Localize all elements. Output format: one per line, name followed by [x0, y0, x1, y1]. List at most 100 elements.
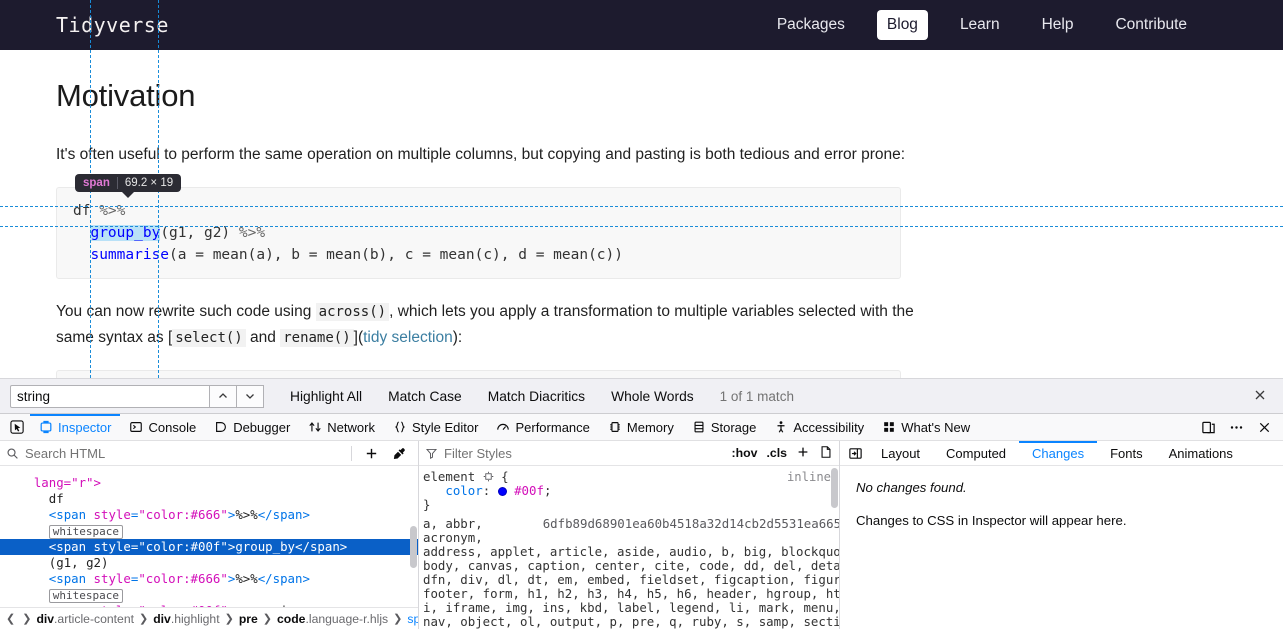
find-option-match-case[interactable]: Match Case — [388, 389, 462, 404]
markup-row-lang-attr[interactable]: lang="r"> — [0, 475, 418, 491]
devtools-tab-whats-new[interactable]: What's New — [873, 414, 979, 441]
right-tab-computed[interactable]: Computed — [933, 441, 1019, 466]
pseudo-class-button[interactable]: :hov — [732, 446, 758, 460]
markup-row-span-summarise[interactable]: <span style="color:#00f">summarise — [0, 603, 418, 607]
breadcrumb-item-pre[interactable]: pre — [239, 612, 258, 626]
create-new-node-button[interactable] — [358, 441, 384, 465]
markup-val-style-2: "color:#666" — [138, 571, 228, 586]
layout-badge-icon[interactable] — [483, 471, 494, 482]
markup-row-whitespace-1[interactable]: whitespace — [0, 523, 418, 539]
style-selector-line-3: body, canvas, caption, center, cite, cod… — [423, 558, 839, 573]
markup-row-text-df[interactable]: df — [0, 491, 418, 507]
styles-rules-list[interactable]: element {inline color: #00f; } a, abbr,6… — [419, 466, 839, 629]
breadcrumb-sep-2: ❯ — [223, 612, 236, 625]
devtools-tab-style-editor[interactable]: Style Editor — [384, 414, 487, 441]
breadcrumb-item-span[interactable]: span — [407, 612, 418, 626]
code-block-before[interactable]: df %>% group_by(g1, g2) %>% summarise(a … — [56, 187, 901, 279]
markup-val-style-selected: "color:#00f" — [138, 539, 228, 554]
find-option-highlight-all[interactable]: Highlight All — [290, 389, 362, 404]
markup-content-2: %>% — [235, 571, 257, 586]
right-tab-layout[interactable]: Layout — [868, 441, 933, 466]
markup-row-text-args[interactable]: (g1, g2) — [0, 555, 418, 571]
devtools-tab-performance-label: Performance — [515, 420, 589, 435]
plus-icon — [364, 446, 379, 461]
devtools-tab-memory[interactable]: Memory — [599, 414, 683, 441]
class-toggle-button[interactable]: .cls — [766, 446, 787, 460]
accessibility-icon — [774, 420, 788, 434]
breadcrumb-item-div-article-content[interactable]: div.article-content — [36, 612, 134, 626]
breadcrumb-item-div-highlight[interactable]: div.highlight — [153, 612, 219, 626]
styles-scrollbar[interactable] — [831, 468, 838, 508]
markup-search-placeholder[interactable]: Search HTML — [25, 446, 105, 461]
breadcrumb-item-code[interactable]: code.language-r.hljs — [277, 612, 388, 626]
find-next-button[interactable] — [237, 385, 264, 408]
debugger-icon — [214, 420, 228, 434]
devtools-tab-storage[interactable]: Storage — [683, 414, 766, 441]
devtools-tab-console[interactable]: Console — [120, 414, 205, 441]
markup-tag-span-2: span — [56, 571, 86, 586]
styles-filter-bar: Filter Styles :hov .cls — [419, 441, 839, 466]
element-picker-icon — [10, 420, 25, 435]
right-tab-animations[interactable]: Animations — [1156, 441, 1246, 466]
nav-item-packages[interactable]: Packages — [767, 10, 855, 40]
find-option-match-diacritics[interactable]: Match Diacritics — [488, 389, 585, 404]
style-declaration-color[interactable]: color: #00f; — [423, 484, 839, 498]
right-tab-fonts[interactable]: Fonts — [1097, 441, 1156, 466]
breadcrumb-sep-3: ❯ — [261, 612, 274, 625]
markup-row-span-pipe-1[interactable]: <span style="color:#666">%>%</span> — [0, 507, 418, 523]
nav-item-blog[interactable]: Blog — [877, 10, 928, 40]
devtools-menu-button[interactable] — [1223, 415, 1249, 439]
code-token-group-by[interactable]: group_by — [90, 225, 160, 241]
new-stylesheet-button[interactable] — [819, 445, 833, 462]
nav-item-contribute[interactable]: Contribute — [1105, 10, 1197, 40]
devtools-close-button[interactable] — [1251, 415, 1277, 439]
changes-empty-state: No changes found. Changes to CSS in Insp… — [840, 466, 1283, 542]
breadcrumb-sep-4: ❯ — [391, 612, 404, 625]
styles-filter-placeholder[interactable]: Filter Styles — [444, 446, 512, 461]
inspector-icon — [39, 420, 53, 434]
devtools-toolbar-actions — [1195, 415, 1279, 439]
add-rule-button[interactable] — [796, 445, 810, 462]
markup-row-whitespace-2[interactable]: whitespace — [0, 587, 418, 603]
style-rule-element-header[interactable]: element {inline — [423, 470, 839, 484]
find-option-whole-words[interactable]: Whole Words — [611, 389, 694, 404]
element-picker-button[interactable] — [4, 420, 30, 435]
style-source-link[interactable]: 6dfb89d68901ea60b4518a32d14cb2d5531ea665… — [483, 516, 839, 531]
devtools-tab-network[interactable]: Network — [299, 414, 384, 441]
find-input[interactable] — [10, 385, 210, 408]
color-swatch[interactable] — [498, 487, 507, 496]
markup-scrollbar[interactable] — [410, 526, 417, 568]
devtools-tab-accessibility[interactable]: Accessibility — [765, 414, 873, 441]
find-bar: Highlight All Match Case Match Diacritic… — [0, 378, 1283, 413]
markup-content-1: %>% — [235, 507, 257, 522]
browser-window: Tidyverse Packages Blog Learn Help Contr… — [0, 0, 1283, 629]
find-close-button[interactable] — [1247, 386, 1273, 407]
eyedropper-button[interactable] — [386, 441, 412, 465]
nav-item-help[interactable]: Help — [1032, 10, 1084, 40]
devtools-tab-debugger-label: Debugger — [233, 420, 290, 435]
find-previous-button[interactable] — [210, 385, 237, 408]
markup-tree[interactable]: lang="r"> df <span style="color:#666">%>… — [0, 466, 418, 607]
link-tidy-selection[interactable]: tidy selection — [363, 329, 453, 346]
devtools-tab-performance[interactable]: Performance — [487, 414, 598, 441]
tooltip-dimensions: 69.2 × 19 — [125, 177, 173, 189]
breadcrumb-sep-1: ❯ — [137, 612, 150, 625]
markup-row-span-pipe-2[interactable]: <span style="color:#666">%>%</span> — [0, 571, 418, 587]
style-rule-reset-line-0[interactable]: a, abbr,6dfb89d68901ea60b4518a32d14cb2d5… — [423, 517, 839, 531]
style-rule-reset-line-6: i, iframe, img, ins, kbd, label, legend,… — [423, 601, 839, 615]
style-selector-line-5: footer, form, h1, h2, h3, h4, h5, h6, he… — [423, 586, 839, 601]
devtools-tab-inspector[interactable]: Inspector — [30, 414, 120, 441]
devtools-tab-console-label: Console — [148, 420, 196, 435]
right-tab-changes[interactable]: Changes — [1019, 441, 1097, 466]
breadcrumb-scroll-left-button[interactable]: ❮ — [4, 612, 17, 625]
expand-pane-button[interactable] — [842, 446, 868, 461]
nav-item-learn[interactable]: Learn — [950, 10, 1010, 40]
code-block-after[interactable]: df %>% — [56, 370, 901, 378]
devtools-tab-debugger[interactable]: Debugger — [205, 414, 299, 441]
dock-split-button[interactable] — [1195, 415, 1221, 439]
chevron-down-icon — [244, 390, 256, 402]
site-brand[interactable]: Tidyverse — [56, 13, 169, 37]
markup-row-span-group-by[interactable]: <span style="color:#00f">group_by</span> — [0, 539, 418, 555]
markup-attr-style-1: style — [94, 507, 131, 522]
devtools-toolbar: Inspector Console Debugger Network Style… — [0, 414, 1283, 441]
